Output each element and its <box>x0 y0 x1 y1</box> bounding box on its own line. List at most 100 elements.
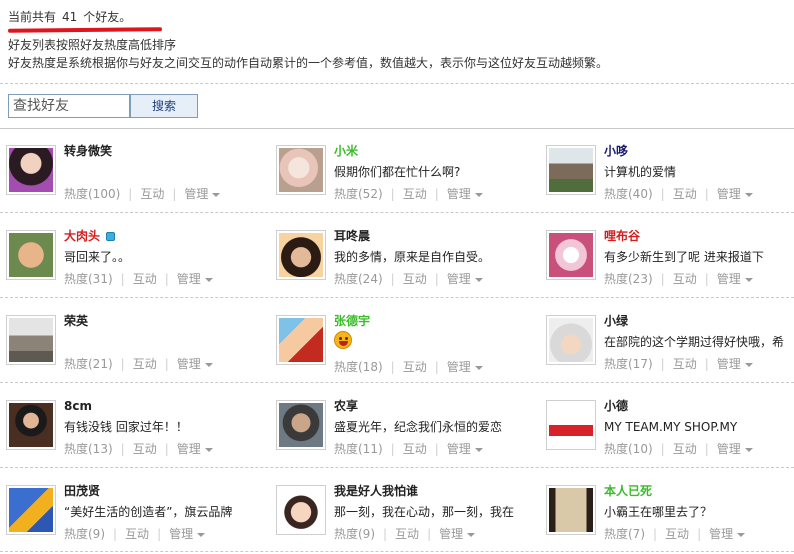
manage-dropdown[interactable]: 管理 <box>717 356 741 372</box>
interact-link[interactable]: 互动 <box>403 359 427 375</box>
manage-dropdown[interactable]: 管理 <box>447 186 471 202</box>
friend-name[interactable]: 8cm <box>64 398 92 414</box>
friend-name-text[interactable]: 大肉头 <box>64 229 100 243</box>
friend-actions: 热度(11) | 互动 | 管理 <box>334 441 483 457</box>
friend-name[interactable]: 小米 <box>334 143 358 159</box>
action-separator: | <box>653 527 658 541</box>
friend-name[interactable]: 张德宇 <box>334 313 370 329</box>
action-separator: | <box>120 357 125 371</box>
manage-dropdown[interactable]: 管理 <box>447 441 471 457</box>
interact-link[interactable]: 互动 <box>403 271 427 287</box>
avatar[interactable] <box>6 315 56 365</box>
avatar[interactable] <box>546 400 596 450</box>
friend-actions: 热度(100) | 互动 | 管理 <box>64 186 221 202</box>
friend-name[interactable]: 大肉头 <box>64 228 116 244</box>
manage-dropdown[interactable]: 管理 <box>177 271 201 287</box>
manage-dropdown[interactable]: 管理 <box>177 441 201 457</box>
avatar[interactable] <box>276 145 326 195</box>
friend-name[interactable]: 转身微笑 <box>64 143 112 159</box>
chevron-down-icon[interactable] <box>197 532 206 537</box>
interact-link[interactable]: 互动 <box>665 526 689 542</box>
interact-link[interactable]: 互动 <box>403 441 427 457</box>
search-input[interactable] <box>8 94 130 118</box>
interact-link[interactable]: 互动 <box>403 186 427 202</box>
avatar[interactable] <box>6 230 56 280</box>
chevron-down-icon[interactable] <box>474 365 483 370</box>
heat-value: 热度(52) <box>334 187 383 201</box>
interact-link[interactable]: 互动 <box>673 271 697 287</box>
heat-value: 热度(10) <box>604 442 653 456</box>
interact-link[interactable]: 互动 <box>133 271 157 287</box>
chevron-down-icon[interactable] <box>474 277 483 282</box>
interact-link[interactable]: 互动 <box>673 186 697 202</box>
friend-card: 张德宇 热度(18) | 互动 | 管理 <box>276 313 536 383</box>
avatar[interactable] <box>276 230 326 280</box>
interact-link[interactable]: 互动 <box>125 526 149 542</box>
avatar[interactable] <box>276 400 326 450</box>
friend-status: 计算机的爱情 <box>604 165 677 179</box>
friend-name[interactable]: 小哆 <box>604 143 628 159</box>
chevron-down-icon[interactable] <box>744 277 753 282</box>
manage-dropdown[interactable]: 管理 <box>717 441 741 457</box>
manage-dropdown[interactable]: 管理 <box>717 186 741 202</box>
manage-dropdown[interactable]: 管理 <box>717 271 741 287</box>
chevron-down-icon[interactable] <box>474 192 483 197</box>
avatar[interactable] <box>546 315 596 365</box>
interact-link[interactable]: 互动 <box>395 526 419 542</box>
manage-dropdown[interactable]: 管理 <box>709 526 733 542</box>
chevron-down-icon[interactable] <box>467 532 476 537</box>
friend-name[interactable]: 田茂贤 <box>64 483 100 499</box>
avatar[interactable] <box>276 485 326 535</box>
friend-name[interactable]: 耳咚晨 <box>334 228 370 244</box>
action-separator: | <box>164 442 169 456</box>
interact-link[interactable]: 互动 <box>140 186 164 202</box>
action-separator: | <box>390 187 395 201</box>
friend-count-prefix: 当前共有 <box>8 10 57 24</box>
chevron-down-icon[interactable] <box>204 362 213 367</box>
avatar[interactable] <box>6 145 56 195</box>
friend-name[interactable]: 本人已死 <box>604 483 652 499</box>
search-button[interactable]: 搜索 <box>130 94 198 118</box>
friend-name[interactable]: 荣英 <box>64 313 88 329</box>
avatar[interactable] <box>276 315 326 365</box>
avatar[interactable] <box>546 230 596 280</box>
interact-link[interactable]: 互动 <box>673 356 697 372</box>
action-separator: | <box>128 187 133 201</box>
friend-info-area: 当前共有 41 个好友。 好友列表按照好友热度高低排序 好友热度是系统根据你与好友之… <box>7 8 788 72</box>
chevron-down-icon[interactable] <box>737 532 746 537</box>
action-separator: | <box>660 272 665 286</box>
manage-dropdown[interactable]: 管理 <box>447 359 471 375</box>
friend-status: 在部院的这个学期过得好快哦，希 <box>604 335 785 349</box>
smile-emoji-icon <box>334 331 352 349</box>
interact-link[interactable]: 互动 <box>673 441 697 457</box>
avatar[interactable] <box>546 485 596 535</box>
friend-actions: 热度(17) | 互动 | 管理 <box>604 356 753 372</box>
manage-dropdown[interactable]: 管理 <box>169 526 193 542</box>
avatar[interactable] <box>6 485 56 535</box>
manage-dropdown[interactable]: 管理 <box>439 526 463 542</box>
interact-link[interactable]: 互动 <box>133 441 157 457</box>
friend-name[interactable]: 我是好人我怕谁 <box>334 483 418 499</box>
friend-name[interactable]: 小德 <box>604 398 628 414</box>
chevron-down-icon[interactable] <box>204 447 213 452</box>
interact-link[interactable]: 互动 <box>133 356 157 372</box>
heat-value: 热度(23) <box>604 272 653 286</box>
friend-name[interactable]: 小绿 <box>604 313 628 329</box>
chevron-down-icon[interactable] <box>212 192 221 197</box>
manage-dropdown[interactable]: 管理 <box>184 186 208 202</box>
chevron-down-icon[interactable] <box>474 447 483 452</box>
chevron-down-icon[interactable] <box>744 362 753 367</box>
avatar[interactable] <box>6 400 56 450</box>
friend-status: 小霸王在哪里去了？ <box>604 505 713 519</box>
friend-status: 哥回来了。。 <box>64 250 131 264</box>
chevron-down-icon[interactable] <box>744 447 753 452</box>
chevron-down-icon[interactable] <box>204 277 213 282</box>
manage-dropdown[interactable]: 管理 <box>447 271 471 287</box>
friend-name[interactable]: 农享 <box>334 398 358 414</box>
friend-name[interactable]: 哩布谷 <box>604 228 640 244</box>
manage-dropdown[interactable]: 管理 <box>177 356 201 372</box>
chevron-down-icon[interactable] <box>744 192 753 197</box>
avatar[interactable] <box>546 145 596 195</box>
friend-status: 有钱没钱 回家过年！！ <box>64 420 188 434</box>
action-separator: | <box>390 442 395 456</box>
